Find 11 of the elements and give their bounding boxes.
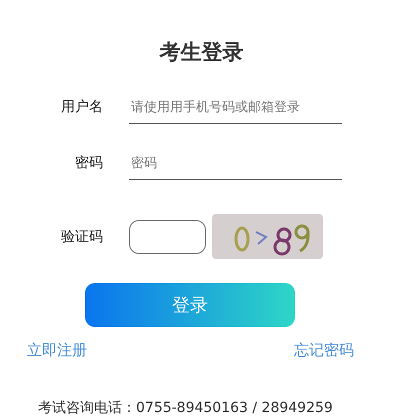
input-field[interactable]: 请使用用手机号码或邮箱登录 [129, 100, 342, 124]
link[interactable]: 立即注册 [27, 341, 87, 360]
link[interactable]: 忘记密码 [294, 341, 354, 360]
input-field[interactable] [129, 220, 206, 254]
page-title: 考生登录 [158, 39, 244, 66]
footer-text: 考试咨询电话：0755-89450163 / 28949259 [37, 399, 334, 417]
field-label: 密码 [74, 154, 103, 173]
input-field[interactable]: 密码 [129, 156, 342, 180]
login-button[interactable]: 登录 [85, 283, 295, 327]
field-label: 验证码 [60, 228, 103, 246]
field-label: 用户名 [60, 98, 103, 117]
